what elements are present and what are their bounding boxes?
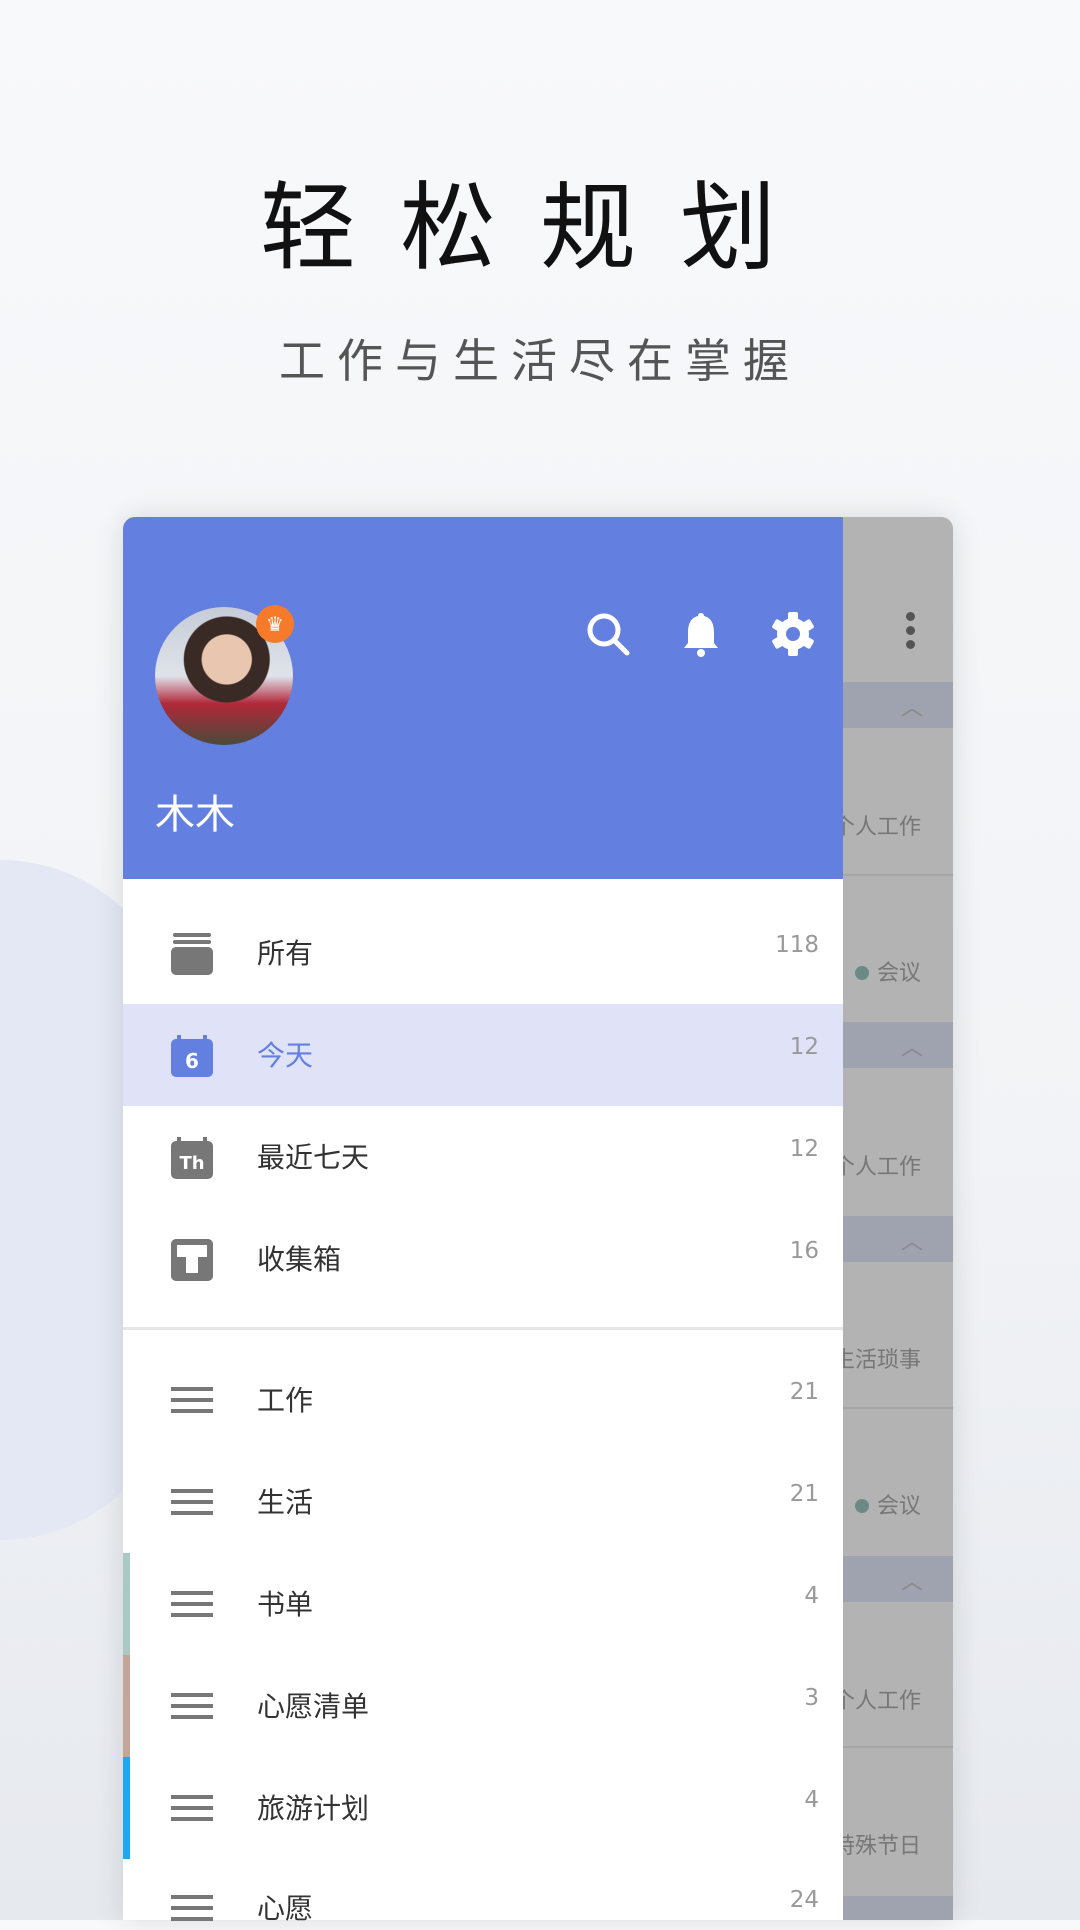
section-header[interactable]: [843, 1896, 953, 1920]
task-tag-text: 会议: [876, 1494, 921, 1519]
list-color-strip: [123, 1757, 130, 1859]
tag-dot-icon: [854, 1499, 869, 1513]
divider: [123, 1327, 843, 1330]
list-color-strip: [123, 1553, 130, 1655]
inbox-icon: [171, 1239, 213, 1281]
list-icon: [171, 1686, 213, 1728]
sidebar-item-all[interactable]: 所有 118: [123, 902, 843, 1004]
sidebar-item-label: 今天: [257, 1039, 314, 1072]
sidebar-item-label: 旅游计划: [257, 1792, 370, 1825]
sidebar-item-inbox[interactable]: 收集箱 16: [123, 1208, 843, 1310]
chevron-up-icon: ︿: [901, 1036, 924, 1061]
sidebar-item-next-7-days[interactable]: Th 最近七天 12: [123, 1106, 843, 1208]
list-icon: [171, 1788, 213, 1830]
chevron-up-icon: ︿: [901, 1230, 924, 1255]
gear-icon[interactable]: [768, 609, 818, 659]
list-color-strip: [123, 1655, 130, 1757]
item-count: 118: [775, 932, 819, 958]
headline: 轻松规划: [260, 172, 820, 284]
divider: [843, 1407, 953, 1409]
subheadline: 工作与生活尽在掌握: [279, 334, 801, 388]
item-count: 16: [789, 1238, 819, 1264]
list-icon: [171, 1888, 213, 1930]
svg-text:Th: Th: [179, 1153, 204, 1174]
svg-text:6: 6: [185, 1049, 199, 1073]
sidebar-item-list[interactable]: 旅游计划 4: [123, 1757, 843, 1859]
sidebar-item-label: 收集箱: [257, 1243, 342, 1276]
more-options-icon[interactable]: [906, 612, 916, 654]
background-task-list: ︿ 个人工作 会议 ︿ 个人工作 ︿ 生活琐事 会议 ︿ 个人工作 特殊节日: [833, 517, 953, 1920]
sidebar-item-label: 所有: [257, 937, 314, 970]
stack-icon: [171, 933, 213, 975]
task-tag-text: 会议: [876, 961, 921, 986]
crown-icon: ♛: [256, 605, 294, 643]
item-count: 12: [789, 1136, 819, 1162]
item-count: 12: [789, 1034, 819, 1060]
sidebar-item-list[interactable]: 工作 21: [123, 1349, 843, 1451]
item-count: 4: [804, 1583, 819, 1609]
app-screenshot: ︿ 个人工作 会议 ︿ 个人工作 ︿ 生活琐事 会议 ︿ 个人工作 特殊节日 ♛…: [123, 517, 953, 1925]
sidebar-item-list[interactable]: 书单 4: [123, 1553, 843, 1655]
sidebar-item-label: 工作: [257, 1384, 314, 1417]
item-count: 21: [789, 1481, 819, 1507]
calendar-week-icon: Th: [171, 1137, 213, 1179]
divider: [843, 1746, 953, 1748]
sidebar-item-label: 最近七天: [257, 1141, 370, 1174]
search-icon[interactable]: [583, 609, 633, 659]
section-header[interactable]: ︿: [843, 1022, 953, 1068]
item-count: 4: [804, 1787, 819, 1813]
user-name: 木木: [155, 792, 235, 838]
sidebar-item-label: 心愿清单: [257, 1690, 370, 1723]
sidebar-item-today[interactable]: 6 今天 12: [123, 1004, 843, 1106]
list-icon: [171, 1380, 213, 1422]
chevron-up-icon: ︿: [901, 1570, 924, 1595]
drawer-header: ♛ 木木: [123, 517, 843, 879]
item-count: 21: [789, 1379, 819, 1405]
navigation-drawer: ♛ 木木 所有 118 6 今天 12 Th 最近七天 12 收集箱 16 工作…: [123, 517, 843, 1925]
chevron-up-icon: ︿: [901, 696, 924, 721]
sidebar-item-list[interactable]: 心愿清单 3: [123, 1655, 843, 1757]
bell-icon[interactable]: [676, 609, 726, 659]
list-icon: [171, 1482, 213, 1524]
section-header[interactable]: ︿: [843, 682, 953, 728]
sidebar-item-label: 书单: [257, 1588, 314, 1621]
sidebar-item-label: 生活: [257, 1486, 314, 1519]
list-icon: [171, 1584, 213, 1626]
section-header[interactable]: ︿: [843, 1216, 953, 1262]
section-header[interactable]: ︿: [843, 1556, 953, 1602]
divider: [843, 874, 953, 876]
calendar-today-icon: 6: [171, 1035, 213, 1077]
sidebar-item-label: 心愿: [257, 1892, 314, 1925]
item-count: 3: [804, 1685, 819, 1711]
sidebar-item-list[interactable]: 生活 21: [123, 1451, 843, 1553]
item-count: 24: [789, 1887, 819, 1913]
tag-dot-icon: [854, 966, 869, 980]
sidebar-item-list[interactable]: 心愿 24: [123, 1857, 843, 1925]
